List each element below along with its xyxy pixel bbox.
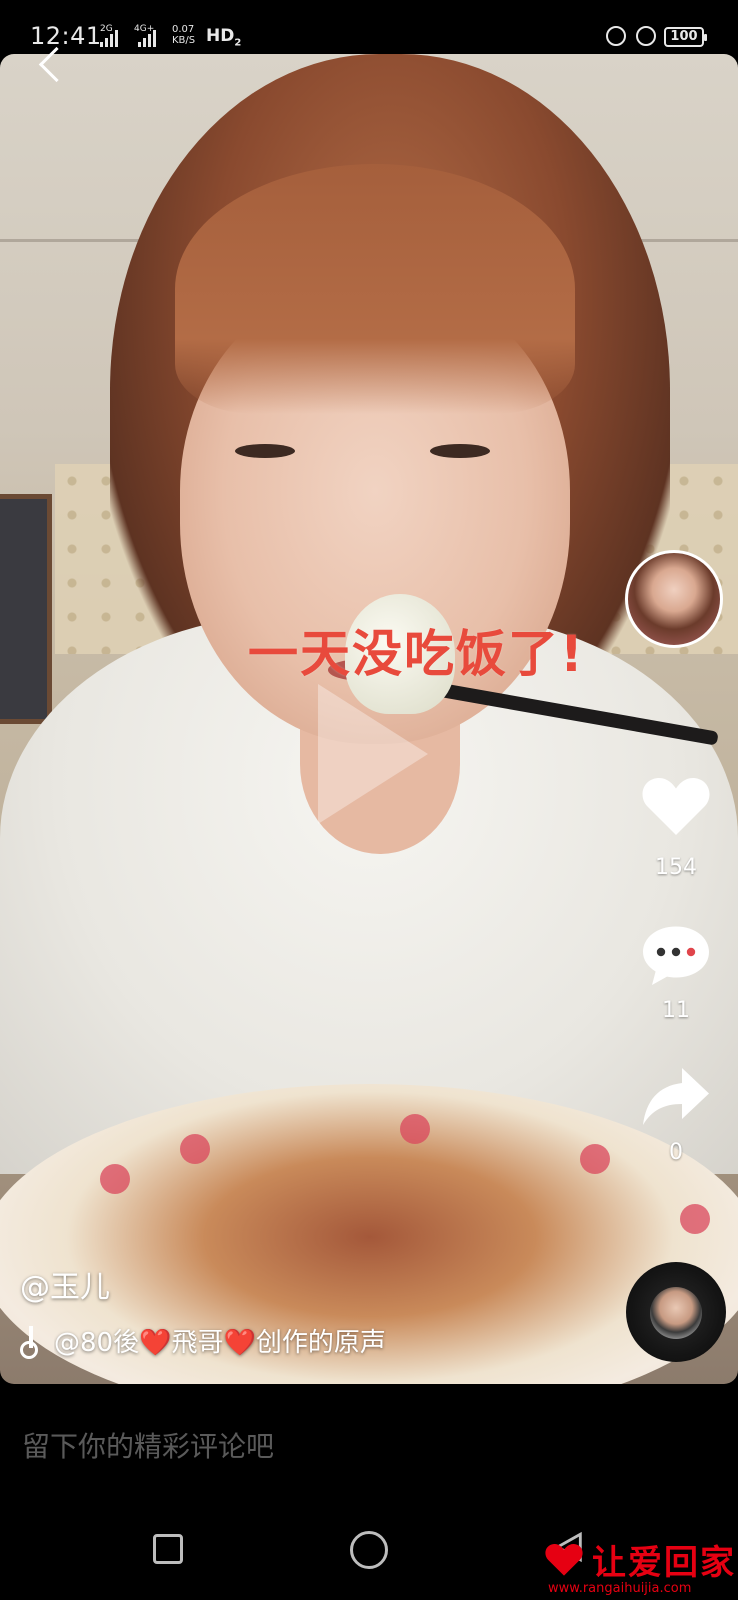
comment-input[interactable]: 留下你的精彩评论吧: [22, 1425, 274, 1465]
network-speed: 0.07 KB/S: [172, 24, 195, 46]
watermark-heart-icon: [545, 1543, 583, 1576]
hd-label: HD: [206, 26, 235, 46]
plate-flower: [580, 1144, 610, 1174]
battery-icon: 100: [664, 27, 707, 47]
plate-flower: [680, 1204, 710, 1234]
mirror-frame: [0, 494, 52, 724]
author-name[interactable]: @玉儿: [20, 1262, 110, 1306]
home-button[interactable]: [350, 1531, 388, 1569]
person-eye-right: [430, 444, 490, 458]
music-title: @80後❤️飛哥❤️创作的原声: [54, 1327, 386, 1358]
music-note-icon: [20, 1326, 42, 1359]
network-speed-unit: KB/S: [172, 35, 196, 46]
comment-icon[interactable]: [640, 920, 712, 990]
heart-icon[interactable]: [640, 770, 712, 840]
watermark-title: 让爱回家: [592, 1543, 736, 1583]
author-avatar[interactable]: [625, 550, 723, 648]
like-count: 154: [655, 855, 697, 880]
plate-flower: [100, 1164, 130, 1194]
music-row[interactable]: @80後❤️飛哥❤️创作的原声: [20, 1322, 386, 1359]
recent-apps-button[interactable]: [153, 1534, 183, 1564]
network-speed-value: 0.07: [172, 24, 195, 35]
watermark-logo: 让爱回家 www.rangaihuijia.com: [540, 1535, 738, 1600]
signal-icon-sim1: [100, 30, 118, 47]
hd-voice-icon: HD2: [206, 26, 241, 48]
plate-flower: [180, 1134, 210, 1164]
back-button[interactable]: [30, 40, 70, 90]
status-bar: 12:41 2G 4G+ 0.07 KB/S HD2 100: [0, 0, 738, 54]
watermark-url: www.rangaihuijia.com: [548, 1581, 692, 1596]
comment-count: 11: [662, 998, 690, 1023]
plate-flower: [400, 1114, 430, 1144]
play-icon[interactable]: [318, 684, 428, 824]
rotation-lock-icon: [606, 26, 626, 46]
music-disc-avatar: [650, 1287, 702, 1339]
share-icon[interactable]: [640, 1065, 712, 1131]
person-bangs: [175, 164, 575, 414]
alarm-icon: [636, 26, 656, 46]
person-eye-left: [235, 444, 295, 458]
video-caption: 一天没吃饭了!: [248, 625, 585, 683]
video-player[interactable]: 一天没吃饭了!: [0, 54, 738, 1384]
hd-sub: 2: [234, 37, 242, 49]
signal-icon-sim2: [138, 30, 156, 47]
share-count: 0: [669, 1140, 683, 1165]
